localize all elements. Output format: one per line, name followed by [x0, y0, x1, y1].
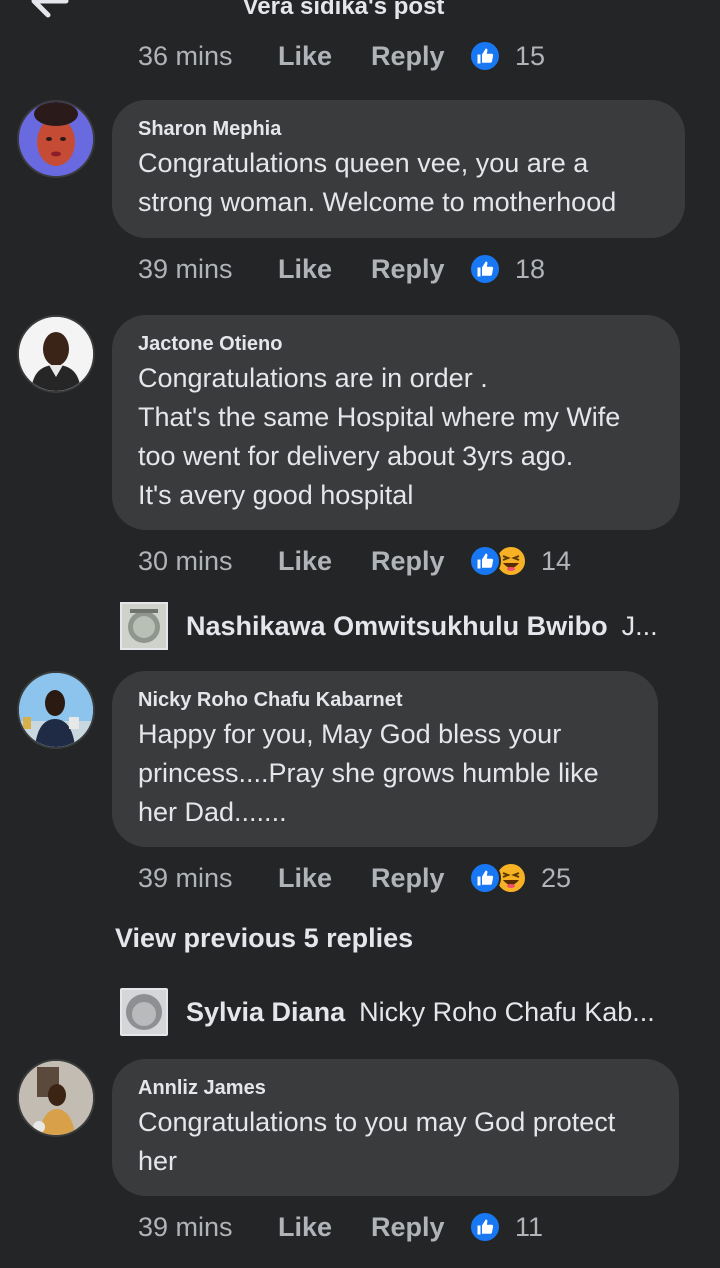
- like-button[interactable]: Like: [278, 254, 371, 285]
- page-title: Vera sidika's post: [242, 0, 445, 20]
- reply-author[interactable]: Sylvia Diana: [186, 997, 345, 1028]
- reaction-count: 25: [541, 862, 572, 893]
- comment-meta-row: 30 mins Like Reply 14: [138, 541, 571, 581]
- reply-button[interactable]: Reply: [371, 863, 469, 894]
- comment-meta-row: 39 mins Like Reply 25: [138, 858, 571, 898]
- comment-author[interactable]: Nicky Roho Chafu Kabarnet: [138, 687, 632, 713]
- avatar: [120, 988, 168, 1036]
- reply-preview[interactable]: Sylvia Diana Nicky Roho Chafu Kab...: [120, 988, 655, 1036]
- thumbs-up-icon: [469, 545, 501, 577]
- comment-timestamp: 39 mins: [138, 253, 233, 284]
- comment-bubble[interactable]: Nicky Roho Chafu Kabarnet Happy for you,…: [112, 671, 658, 847]
- reaction-count: 14: [541, 545, 572, 576]
- reaction-summary[interactable]: [469, 253, 501, 285]
- like-button[interactable]: Like: [278, 1212, 371, 1243]
- comment-text: Happy for you, May God bless your prince…: [138, 719, 599, 827]
- reaction-count: 18: [515, 253, 546, 284]
- comment-timestamp: 36 mins: [138, 40, 233, 71]
- like-button[interactable]: Like: [278, 41, 371, 72]
- reaction-summary[interactable]: [469, 862, 527, 894]
- comment-bubble[interactable]: Annliz James Congratulations to you may …: [112, 1059, 679, 1196]
- thumbs-up-icon: [469, 862, 501, 894]
- comment-author[interactable]: Jactone Otieno: [138, 331, 654, 357]
- reaction-count: 11: [515, 1211, 544, 1242]
- comment-text: Congratulations are in order . That's th…: [138, 363, 621, 510]
- comment-bubble[interactable]: Sharon Mephia Congratulations queen vee,…: [112, 100, 685, 238]
- thumbs-up-icon: [469, 40, 501, 72]
- reply-author[interactable]: Nashikawa Omwitsukhulu Bwibo: [186, 611, 608, 642]
- like-button[interactable]: Like: [278, 546, 371, 577]
- reaction-summary[interactable]: [469, 545, 527, 577]
- reply-button[interactable]: Reply: [371, 1212, 469, 1243]
- like-button[interactable]: Like: [278, 863, 371, 894]
- thumbs-up-icon: [469, 253, 501, 285]
- avatar[interactable]: [17, 671, 95, 749]
- reaction-summary[interactable]: [469, 1211, 501, 1243]
- reply-snippet: Nicky Roho Chafu Kab...: [359, 996, 655, 1027]
- comment-text: Congratulations queen vee, you are a str…: [138, 148, 617, 217]
- reply-button[interactable]: Reply: [371, 254, 469, 285]
- comment-text: Congratulations to you may God protect h…: [138, 1107, 616, 1176]
- avatar[interactable]: [17, 1059, 95, 1137]
- reply-snippet: J...: [621, 610, 658, 641]
- comment-meta-row: 36 mins Like Reply 15: [138, 36, 545, 76]
- comment-timestamp: 30 mins: [138, 545, 233, 576]
- avatar[interactable]: [17, 315, 95, 393]
- comment-author[interactable]: Annliz James: [138, 1075, 653, 1101]
- reaction-summary[interactable]: [469, 40, 501, 72]
- comment-timestamp: 39 mins: [138, 862, 233, 893]
- thumbs-up-icon: [469, 1211, 501, 1243]
- comment-meta-row: 39 mins Like Reply 18: [138, 249, 545, 289]
- reaction-count: 15: [515, 40, 546, 71]
- comment-author[interactable]: Sharon Mephia: [138, 116, 659, 142]
- comment-timestamp: 39 mins: [138, 1211, 233, 1242]
- comment-meta-row: 39 mins Like Reply 11: [138, 1207, 543, 1247]
- reply-button[interactable]: Reply: [371, 546, 469, 577]
- view-previous-replies-link[interactable]: View previous 5 replies: [115, 923, 413, 954]
- reply-preview[interactable]: Nashikawa Omwitsukhulu Bwibo J...: [120, 602, 658, 650]
- reply-button[interactable]: Reply: [371, 41, 469, 72]
- avatar: [120, 602, 168, 650]
- top-app-bar: Vera sidika's post: [0, 0, 720, 22]
- comment-bubble[interactable]: Jactone Otieno Congratulations are in or…: [112, 315, 680, 530]
- avatar[interactable]: [17, 100, 95, 178]
